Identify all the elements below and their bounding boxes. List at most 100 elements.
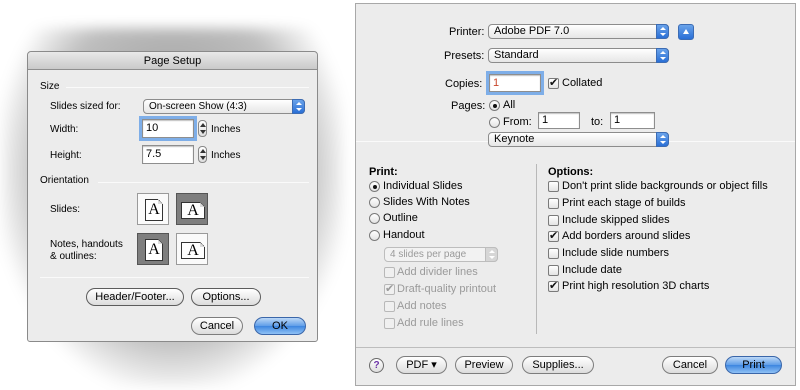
print-individual-slides-radio[interactable] (369, 181, 380, 192)
option-label: Include slide numbers (562, 247, 670, 259)
print-option-label: Slides With Notes (383, 196, 470, 208)
print-builds-checkbox[interactable] (548, 198, 559, 209)
handout-layout-value: 4 slides per page (390, 249, 467, 260)
popup-arrows-icon (656, 24, 669, 39)
slide-numbers-checkbox[interactable] (548, 248, 559, 259)
page-setup-ok-button[interactable]: OK (254, 317, 306, 335)
height-unit: Inches (211, 150, 241, 161)
print-button-bar: ? PDF ▾ Preview Supplies... Cancel Print (356, 347, 795, 385)
notes-landscape-button[interactable]: A (176, 233, 208, 265)
handout-option-label: Add rule lines (397, 317, 464, 329)
pages-all-label: All (503, 99, 516, 111)
no-backgrounds-checkbox[interactable] (548, 181, 559, 192)
height-field[interactable]: 7.5 (142, 145, 194, 164)
portrait-page-icon: A (145, 239, 163, 261)
pages-from-radio[interactable] (489, 117, 500, 128)
option-label: Print high resolution 3D charts (562, 280, 710, 292)
handout-option-label: Add notes (397, 300, 447, 312)
print-cancel-button[interactable]: Cancel (662, 356, 718, 374)
presets-label: Presets: (444, 50, 485, 62)
add-borders-checkbox[interactable] (548, 229, 559, 242)
portrait-page-icon: A (145, 199, 163, 221)
page-setup-cancel-button[interactable]: Cancel (191, 317, 243, 335)
print-option-label: Individual Slides (383, 180, 463, 192)
pages-from-field[interactable]: 1 (538, 112, 580, 129)
disclosure-triangle-icon[interactable] (678, 24, 694, 40)
option-label: Print each stage of builds (562, 197, 686, 209)
option-label: Add borders around slides (562, 230, 691, 242)
notes-portrait-button[interactable]: A (137, 233, 169, 265)
add-rule-lines-checkbox[interactable] (384, 318, 395, 329)
width-unit: Inches (211, 124, 241, 135)
pages-to-label: to: (591, 116, 604, 128)
slides-sized-for-value: On-screen Show (4:3) (149, 101, 247, 112)
width-field[interactable]: 10 (139, 116, 197, 141)
draft-quality-checkbox[interactable] (384, 282, 395, 295)
option-label: Include skipped slides (562, 214, 670, 226)
collated-checkbox[interactable] (548, 76, 559, 89)
height-stepper[interactable] (198, 146, 207, 163)
print-option-label: Handout (383, 229, 425, 241)
preview-button[interactable]: Preview (455, 356, 513, 374)
add-notes-checkbox[interactable] (384, 301, 395, 312)
slides-landscape-button[interactable]: A (176, 193, 208, 225)
popup-arrows-icon (656, 132, 669, 147)
print-dialog: Printer: Adobe PDF 7.0 Presets: Standard… (355, 3, 796, 386)
pdf-menu-button[interactable]: PDF ▾ (396, 356, 447, 374)
slides-sized-for-label: Slides sized for: (50, 101, 121, 112)
popup-arrows-icon (485, 247, 498, 262)
buttons-separator (40, 277, 309, 278)
size-group-label: Size (40, 81, 60, 92)
size-separator (66, 87, 309, 88)
orientation-group-label: Orientation (40, 175, 89, 186)
width-stepper[interactable] (198, 120, 207, 137)
pages-to-field[interactable]: 1 (610, 112, 655, 129)
header-footer-button[interactable]: Header/Footer... (86, 288, 184, 306)
print-option-label: Outline (383, 212, 418, 224)
include-skipped-checkbox[interactable] (548, 215, 559, 226)
orientation-separator (98, 182, 309, 183)
presets-popup[interactable]: Standard (488, 48, 669, 63)
page-setup-options-button[interactable]: Options... (191, 288, 261, 306)
slides-portrait-button[interactable]: A (137, 193, 169, 225)
panel-popup[interactable]: Keynote (488, 132, 669, 147)
popup-arrows-icon (292, 99, 305, 114)
printer-label: Printer: (449, 26, 485, 38)
include-date-checkbox[interactable] (548, 265, 559, 276)
popup-arrows-icon (656, 48, 669, 63)
copies-label: Copies: (445, 78, 483, 90)
printer-popup[interactable]: Adobe PDF 7.0 (488, 24, 669, 39)
landscape-page-icon: A (181, 242, 205, 259)
panel-value: Keynote (494, 133, 535, 145)
page-setup-title: Page Setup (28, 52, 317, 70)
print-slides-with-notes-radio[interactable] (369, 197, 380, 208)
handout-layout-popup[interactable]: 4 slides per page (384, 247, 498, 262)
landscape-page-icon: A (181, 202, 205, 219)
print-group-label: Print: (369, 166, 398, 178)
width-label: Width: (50, 124, 79, 135)
option-label: Include date (562, 264, 622, 276)
copies-field[interactable]: 1 (486, 71, 544, 95)
presets-value: Standard (494, 49, 539, 61)
printer-value: Adobe PDF 7.0 (494, 25, 570, 37)
help-icon[interactable]: ? (369, 358, 384, 373)
pages-from-label: From: (503, 116, 532, 128)
pages-label: Pages: (451, 100, 486, 112)
print-outline-radio[interactable] (369, 213, 380, 224)
handout-option-label: Add divider lines (397, 266, 478, 278)
options-divider (536, 164, 537, 334)
hires-3d-charts-checkbox[interactable] (548, 279, 559, 292)
page-setup-dialog: Page Setup Size Slides sized for: On-scr… (27, 51, 318, 342)
slides-orientation-label: Slides: (50, 204, 81, 215)
slides-sized-for-popup[interactable]: On-screen Show (4:3) (143, 99, 305, 114)
height-label: Height: (50, 150, 82, 161)
print-button[interactable]: Print (725, 356, 782, 374)
print-handout-radio[interactable] (369, 230, 380, 241)
pages-all-radio[interactable] (489, 100, 500, 111)
option-label: Don't print slide backgrounds or object … (562, 180, 768, 192)
supplies-button[interactable]: Supplies... (522, 356, 594, 374)
options-group-label: Options: (548, 166, 594, 178)
collated-label: Collated (562, 77, 603, 89)
add-divider-lines-checkbox[interactable] (384, 267, 395, 278)
notes-orientation-label: Notes, handouts & outlines: (50, 239, 123, 262)
